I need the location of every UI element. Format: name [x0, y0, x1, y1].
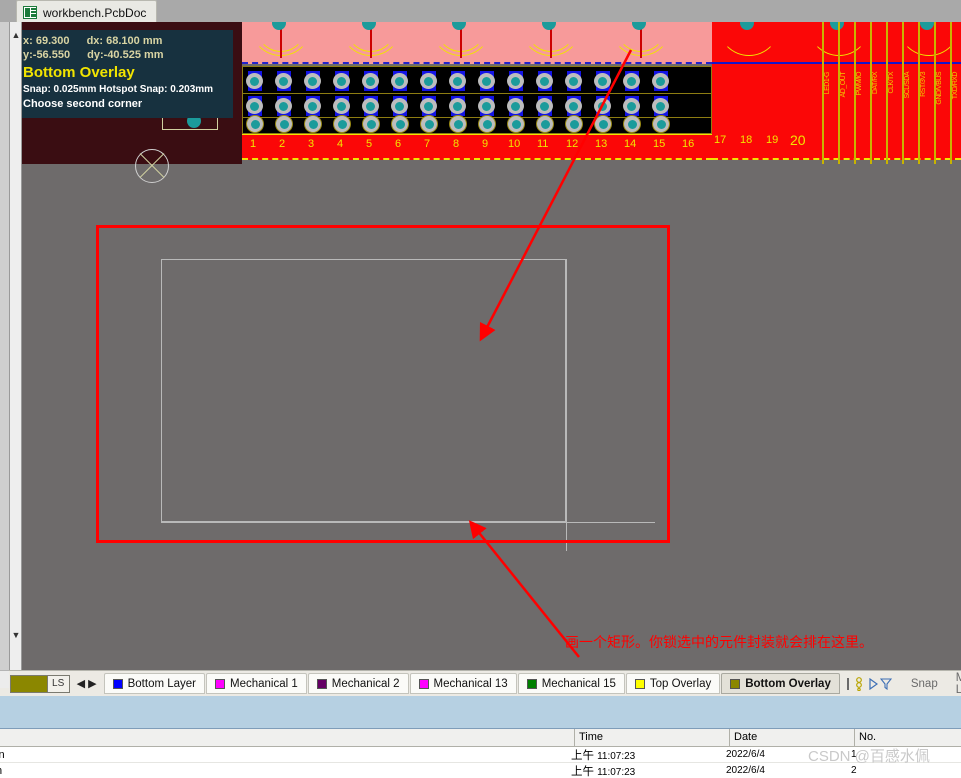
- hud-dy-label: dy:: [87, 49, 104, 61]
- column-header-date[interactable]: Date: [730, 729, 855, 746]
- time-ampm: 上午: [571, 765, 594, 778]
- mask-level-button[interactable]: Mask Level: [951, 672, 961, 696]
- layer-tab-mechanical-1[interactable]: Mechanical 1: [206, 673, 307, 694]
- layer-tab-label: Mechanical 15: [541, 677, 616, 690]
- table-row[interactable]: n 上午 11:07:23 2022/6/4 2: [0, 763, 961, 778]
- table-row[interactable]: in 上午 11:07:23 2022/6/4 1: [0, 747, 961, 763]
- layer-color-swatch: [730, 678, 741, 689]
- no-cell: 1: [851, 749, 857, 760]
- layer-set-color-swatch: [10, 675, 47, 692]
- hud-y-label: y:: [23, 49, 33, 61]
- layer-tab-label: Bottom Overlay: [745, 677, 831, 690]
- layer-color-swatch: [215, 678, 226, 689]
- layer-color-swatch: [112, 678, 123, 689]
- layer-next-arrow-icon[interactable]: ▶: [88, 677, 96, 690]
- left-panel-scroll-rail[interactable]: ▲ ▼: [10, 22, 22, 670]
- column-header-no[interactable]: No.: [855, 729, 961, 746]
- layer-tab-label: Mechanical 2: [331, 677, 400, 690]
- time-value: 11:07:23: [597, 750, 636, 762]
- hud-dy-value: -40.525: [103, 49, 141, 61]
- hud-x-label: x:: [23, 35, 33, 47]
- hud-y-unit: mm: [144, 49, 164, 61]
- hud-x-unit: mm: [142, 35, 163, 47]
- pcb-cross-marker: [135, 149, 169, 183]
- column-header-message[interactable]: [0, 729, 575, 746]
- annotation-note-text: 画一个矩形。你锁选中的元件封装就会排在这里。: [565, 634, 873, 650]
- time-value: 11:07:23: [597, 766, 636, 778]
- messages-panel-title-bar: ▼ 📌: [0, 696, 961, 728]
- layer-tab-bottom-layer[interactable]: Bottom Layer: [103, 673, 206, 694]
- hud-command-prompt: Choose second corner: [23, 98, 143, 110]
- scroll-down-arrow-icon[interactable]: ▼: [11, 630, 21, 640]
- pcb-red-copper-zone: [712, 22, 961, 64]
- no-cell: 2: [851, 765, 857, 776]
- hud-x-value: 69.300: [35, 35, 70, 47]
- layer-tab-top-overlay[interactable]: Top Overlay: [625, 673, 721, 694]
- layer-color-swatch: [634, 678, 645, 689]
- scroll-up-arrow-icon[interactable]: ▲: [11, 30, 21, 40]
- document-tab-strip: workbench.PcbDoc: [0, 0, 961, 22]
- layer-set-label: LS: [46, 675, 69, 692]
- layer-tab-label: Mechanical 1: [230, 677, 298, 690]
- date-cell: 2022/6/4: [726, 765, 765, 776]
- layer-gray-swatch-button[interactable]: [846, 677, 849, 690]
- left-outer-rail: [0, 22, 10, 670]
- time-ampm: 上午: [571, 749, 594, 762]
- status-hud-overlay: x: 69.300 dx: 68.100 mm y:-56.550 dy:-40…: [22, 30, 233, 118]
- layer-tab-mechanical-15[interactable]: Mechanical 15: [517, 673, 625, 694]
- hud-y-row: y:-56.550 dy:-40.525 mm: [23, 48, 227, 62]
- pcb-design-canvas[interactable]: 1 2 3 4 5 6 7 8 9 10 11 12 13 14 15 16 1…: [22, 22, 961, 670]
- filter-icon[interactable]: [879, 677, 892, 690]
- message-cell: in: [0, 748, 5, 761]
- messages-grid-header: Time Date No.: [0, 729, 961, 747]
- date-cell: 2022/6/4: [726, 749, 765, 760]
- annotation-arrow-upper: [479, 49, 633, 342]
- document-tab-workbench-pcbdoc[interactable]: workbench.PcbDoc: [16, 0, 158, 22]
- layer-tab-mechanical-2[interactable]: Mechanical 2: [307, 673, 409, 694]
- hud-x-row: x: 69.300 dx: 68.100 mm: [23, 34, 227, 48]
- layer-tab-mechanical-13[interactable]: Mechanical 13: [409, 673, 517, 694]
- snap-button[interactable]: Snap: [906, 678, 943, 690]
- messages-grid[interactable]: Time Date No. in 上午 11:07:23 2022/6/4 1 …: [0, 728, 961, 778]
- hud-y-value: -56.550: [32, 49, 71, 61]
- layer-tab-label: Mechanical 13: [433, 677, 508, 690]
- layer-tab-label: Top Overlay: [649, 677, 712, 690]
- hud-dx-value: 68.100: [106, 35, 140, 47]
- layer-color-swatch: [418, 678, 429, 689]
- layer-color-swatch: [526, 678, 537, 689]
- column-header-time[interactable]: Time: [575, 729, 730, 746]
- rail-bottom-letter: [0, 670, 9, 688]
- play-icon[interactable]: [869, 677, 878, 690]
- layer-sets-icon[interactable]: [855, 676, 867, 691]
- layer-prev-arrow-icon[interactable]: ◀: [77, 677, 85, 690]
- layer-set-selector[interactable]: LS: [9, 674, 70, 693]
- document-tab-label: workbench.PcbDoc: [43, 5, 147, 20]
- pcb-doc-icon: [23, 6, 37, 19]
- message-cell: n: [0, 765, 567, 777]
- layer-tab-bar: r LS ◀ ▶ Bottom Layer Mechanical 1 Mecha…: [0, 670, 961, 696]
- hud-active-layer: Bottom Overlay: [23, 64, 135, 81]
- hud-dx-label: dx:: [86, 35, 104, 47]
- hud-snap-info: Snap: 0.025mm Hotspot Snap: 0.203mm: [23, 84, 214, 95]
- pcb-silkscreen-region: 17 18 19 20 LED1-G AD_OUT PWM/IO DAT/RX …: [712, 22, 961, 162]
- layer-tab-bottom-overlay[interactable]: Bottom Overlay: [721, 673, 840, 694]
- layer-tab-label: Bottom Layer: [127, 677, 197, 690]
- altium-pcb-editor-window: workbench.PcbDoc ▲ ▼ 1 2 3 4 5 6 7 8 9 1…: [0, 0, 961, 778]
- layer-color-swatch: [316, 678, 327, 689]
